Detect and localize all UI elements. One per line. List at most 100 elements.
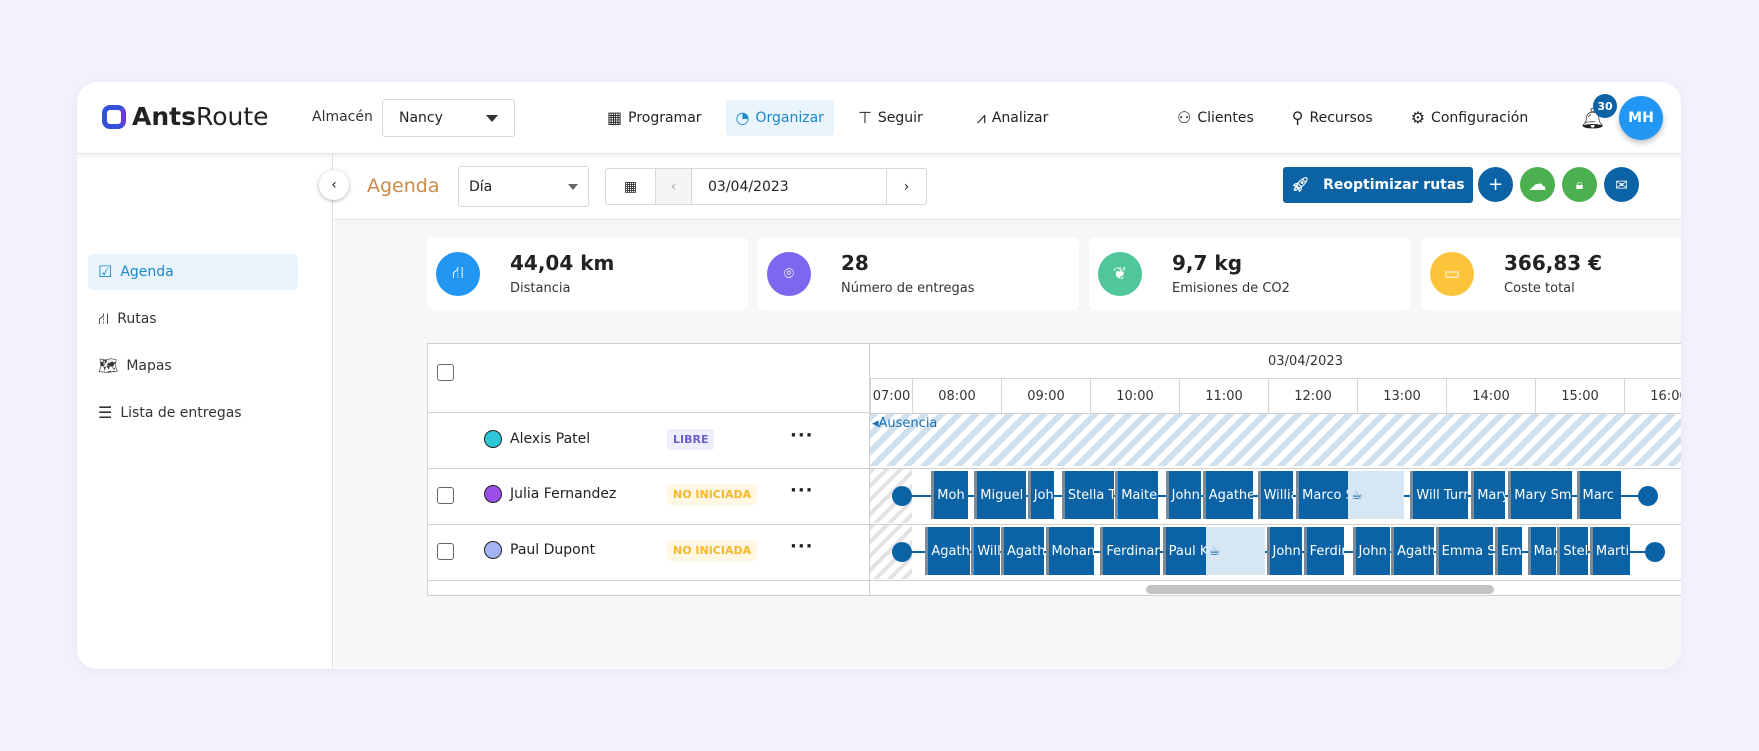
date-field[interactable]: 03/04/2023 — [692, 169, 886, 204]
nav-label: Configuración — [1431, 110, 1529, 126]
delivery-label: Agath — [931, 543, 970, 559]
nav-configuracion[interactable]: ⚙ Configuración — [1401, 100, 1539, 136]
reoptimize-label: Reoptimizar rutas — [1323, 177, 1465, 193]
gear-icon: ⚙ — [1410, 108, 1426, 127]
nav-programar[interactable]: ▦ Programar — [597, 100, 712, 136]
lock-icon[interactable]: 🔒︎ — [1562, 167, 1597, 202]
driver-name: Julia Fernandez — [510, 486, 617, 502]
mail-icon[interactable]: ✉ — [1604, 167, 1639, 202]
delivery-block[interactable]: Mary Sm — [1508, 471, 1573, 519]
delivery-block[interactable]: Mohan — [1045, 527, 1095, 575]
delivery-block[interactable]: Miguel — [974, 471, 1027, 519]
sidebar-label: Agenda — [120, 264, 174, 280]
logo-light: Route — [195, 102, 269, 131]
delivery-label: Marco S — [1302, 487, 1348, 503]
view-select[interactable]: Día — [458, 166, 589, 207]
top-header: AntsRoute Almacén Nancy ▦ Programar ◔ Orga… — [77, 82, 1681, 154]
add-button[interactable]: + — [1478, 167, 1513, 202]
divider — [428, 524, 869, 525]
app-window: AntsRoute Almacén Nancy ▦ Programar ◔ Orga… — [77, 82, 1681, 669]
sidebar-item-lista[interactable]: ☰ Lista de entregas — [88, 395, 298, 431]
delivery-block[interactable]: John — [1266, 527, 1303, 575]
notification-count: 30 — [1593, 94, 1617, 118]
delivery-block[interactable]: Em — [1494, 527, 1522, 575]
delivery-block[interactable]: John — [1165, 471, 1202, 519]
more-options-icon[interactable]: ··· — [790, 480, 814, 501]
delivery-block[interactable]: Ferdir — [1303, 527, 1344, 575]
nav-organizar[interactable]: ◔ Organizar — [725, 100, 834, 136]
delivery-block[interactable]: Paul K — [1162, 527, 1206, 575]
nav-recursos[interactable]: ⚲ Recursos — [1282, 100, 1383, 136]
delivery-label: John — [1272, 543, 1301, 559]
delivery-label: Agath — [1007, 543, 1045, 559]
route-end-node[interactable] — [1645, 542, 1666, 562]
hour-label: 12:00 — [1268, 378, 1357, 413]
status-badge: NO INICIADA — [667, 484, 758, 505]
delivery-block[interactable]: Willia — [1257, 471, 1294, 519]
delivery-block[interactable]: Stella T — [1061, 471, 1114, 519]
delivery-block[interactable]: Agath — [1001, 527, 1045, 575]
sidebar-item-rutas[interactable]: ⛙ Rutas — [88, 301, 298, 337]
reoptimize-button[interactable]: 🚀︎ Reoptimizar rutas — [1283, 167, 1473, 203]
delivery-label: Maite — [1121, 487, 1158, 503]
row-checkbox[interactable] — [437, 487, 454, 504]
delivery-block[interactable]: Agath — [1391, 527, 1435, 575]
nav-clientes[interactable]: ⚇ Clientes — [1167, 100, 1264, 136]
view-value: Día — [469, 178, 493, 195]
next-day-button[interactable]: › — [886, 169, 926, 204]
divider — [428, 468, 869, 469]
delivery-block[interactable]: Will Turn — [1410, 471, 1469, 519]
caret-down-icon — [568, 183, 578, 190]
delivery-block[interactable]: Mar — [1527, 527, 1556, 575]
route-start-node[interactable] — [891, 542, 912, 562]
delivery-block[interactable]: Maite — [1115, 471, 1159, 519]
agenda-table: Alexis Patel LIBRE ··· Julia Fernandez NO IN… — [427, 343, 1681, 596]
delivery-block[interactable]: Marc — [1576, 471, 1622, 519]
stat-label: Número de entregas — [841, 281, 975, 296]
delivery-label: Miguel — [980, 487, 1024, 503]
delivery-block[interactable]: Joh — [1027, 471, 1055, 519]
delivery-label: Marc — [1582, 487, 1614, 503]
break-block[interactable]: ☕︎ — [1205, 527, 1266, 575]
delivery-block[interactable]: Will — [971, 527, 1000, 575]
delivery-label: Stella T — [1067, 487, 1114, 503]
delivery-block[interactable]: Mary — [1471, 471, 1506, 519]
absence-band[interactable] — [870, 414, 1681, 466]
stat-label: Coste total — [1504, 281, 1575, 296]
horizontal-scrollbar[interactable] — [1146, 585, 1494, 594]
stat-card: ▭ 366,83 € Coste total — [1421, 237, 1681, 310]
more-options-icon[interactable]: ··· — [790, 536, 814, 557]
sidebar-item-mapas[interactable]: 🗺︎ Mapas — [88, 348, 298, 384]
row-checkbox[interactable] — [437, 543, 454, 560]
avatar[interactable]: MH — [1619, 96, 1663, 140]
delivery-block[interactable]: Agathe — [1202, 471, 1254, 519]
warehouse-select[interactable]: Nancy — [382, 99, 515, 137]
nav-analizar[interactable]: ⩘ Analizar — [967, 100, 1059, 136]
sidebar-label: Lista de entregas — [120, 405, 242, 421]
nav-seguir[interactable]: ⊤ Seguir — [848, 100, 933, 136]
nav-label: Recursos — [1309, 110, 1373, 126]
delivery-block[interactable]: Marco S — [1296, 471, 1349, 519]
delivery-block[interactable]: Emma S — [1435, 527, 1494, 575]
stat-card: ❦ 9,7 kg Emisiones de CO2 — [1089, 237, 1410, 310]
delivery-label: Ferdinar — [1106, 543, 1160, 559]
logo[interactable]: AntsRoute — [102, 102, 269, 131]
delivery-block[interactable]: Moh — [931, 471, 969, 519]
delivery-block[interactable]: Ferdinar — [1100, 527, 1160, 575]
delivery-block[interactable]: John — [1352, 527, 1390, 575]
more-options-icon[interactable]: ··· — [790, 425, 814, 446]
delivery-block[interactable]: Martin — [1589, 527, 1630, 575]
caret-down-icon — [486, 114, 498, 122]
route-end-node[interactable] — [1637, 486, 1658, 506]
route-start-node[interactable] — [891, 486, 912, 506]
sidebar: ☑ Agenda ⛙ Rutas 🗺︎ Mapas ☰ Lista de entrega… — [77, 154, 333, 669]
calendar-icon[interactable]: ▦ — [606, 169, 656, 204]
collapse-sidebar-button[interactable]: ‹ — [319, 170, 349, 200]
select-all-checkbox[interactable] — [437, 364, 454, 381]
break-block[interactable]: ☕︎ — [1348, 471, 1405, 519]
delivery-block[interactable]: Stel — [1557, 527, 1589, 575]
delivery-block[interactable]: Agath — [925, 527, 970, 575]
sidebar-item-agenda[interactable]: ☑ Agenda — [88, 254, 298, 290]
cloud-upload-icon[interactable]: ☁ — [1520, 167, 1555, 202]
prev-day-button[interactable]: ‹ — [656, 169, 692, 204]
